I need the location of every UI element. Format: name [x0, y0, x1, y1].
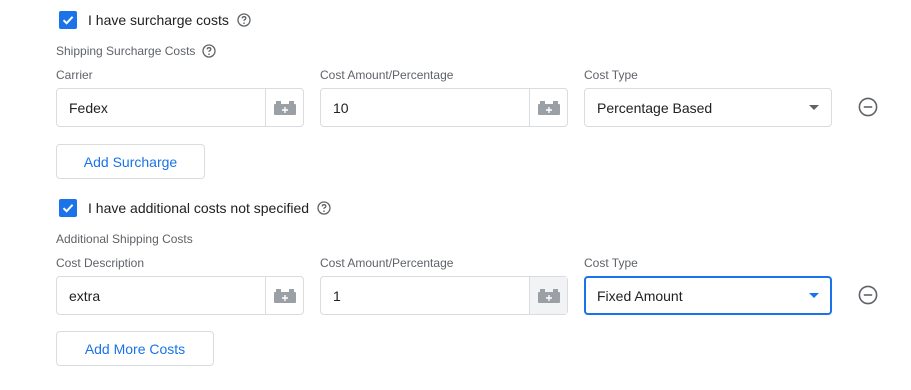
- variable-insert-icon[interactable]: [529, 277, 567, 314]
- surcharge-section-title-text: Shipping Surcharge Costs: [56, 44, 196, 58]
- additional-cost-amount-input[interactable]: 1: [320, 276, 568, 315]
- cost-description-input[interactable]: extra: [56, 276, 304, 315]
- cost-description-value[interactable]: extra: [57, 288, 265, 304]
- variable-insert-icon[interactable]: [265, 277, 303, 314]
- surcharge-checkbox[interactable]: [59, 11, 77, 29]
- shipping-costs-form: I have surcharge costs Shipping Surcharg…: [0, 0, 911, 390]
- surcharge-cost-type-label: Cost Type: [584, 68, 638, 82]
- add-more-costs-button[interactable]: Add More Costs: [56, 331, 214, 366]
- dropdown-arrow-icon: [809, 105, 819, 110]
- carrier-input[interactable]: Fedex: [56, 88, 304, 127]
- additional-cost-type-select[interactable]: Fixed Amount: [584, 276, 832, 315]
- carrier-label: Carrier: [56, 68, 93, 82]
- additional-cost-amount-value[interactable]: 1: [321, 288, 529, 304]
- additional-section-title: Additional Shipping Costs: [56, 232, 193, 246]
- check-icon: [62, 16, 74, 25]
- surcharge-cost-amount-label: Cost Amount/Percentage: [320, 68, 454, 82]
- surcharge-section-title: Shipping Surcharge Costs: [56, 44, 217, 58]
- add-surcharge-button[interactable]: Add Surcharge: [56, 144, 205, 179]
- surcharge-checkbox-label[interactable]: I have surcharge costs: [88, 12, 229, 28]
- carrier-input-value[interactable]: Fedex: [57, 100, 265, 116]
- help-circle-icon[interactable]: [317, 201, 331, 215]
- remove-circle-icon[interactable]: [858, 97, 878, 117]
- variable-insert-icon[interactable]: [529, 89, 567, 126]
- surcharge-cost-amount-value[interactable]: 10: [321, 100, 529, 116]
- dropdown-arrow-icon: [809, 293, 819, 298]
- additional-costs-checkbox[interactable]: [59, 199, 77, 217]
- surcharge-cost-type-value: Percentage Based: [597, 99, 713, 116]
- variable-insert-icon[interactable]: [265, 89, 303, 126]
- surcharge-cost-type-select[interactable]: Percentage Based: [584, 88, 832, 127]
- help-circle-icon[interactable]: [202, 44, 217, 58]
- cost-description-label: Cost Description: [56, 256, 145, 270]
- additional-cost-amount-label: Cost Amount/Percentage: [320, 256, 454, 270]
- additional-checkbox-row: I have additional costs not specified: [59, 199, 331, 217]
- additional-cost-type-label: Cost Type: [584, 256, 638, 270]
- check-icon: [62, 204, 74, 213]
- surcharge-checkbox-row: I have surcharge costs: [59, 11, 251, 29]
- additional-costs-checkbox-label[interactable]: I have additional costs not specified: [88, 200, 309, 216]
- additional-section-title-text: Additional Shipping Costs: [56, 232, 193, 246]
- surcharge-cost-amount-input[interactable]: 10: [320, 88, 568, 127]
- remove-circle-icon[interactable]: [858, 285, 878, 305]
- additional-cost-type-value: Fixed Amount: [597, 287, 683, 304]
- help-circle-icon[interactable]: [237, 13, 251, 27]
